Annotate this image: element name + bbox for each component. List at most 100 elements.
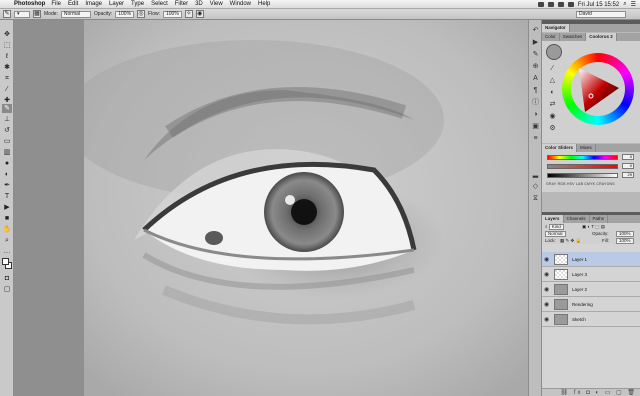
- notifications-icon[interactable]: ☰: [631, 1, 636, 8]
- flow-input[interactable]: 100%: [163, 10, 182, 18]
- menu-filter[interactable]: Filter: [175, 1, 188, 7]
- spotlight-icon[interactable]: ⌕: [623, 1, 626, 8]
- history-brush-tool-icon[interactable]: ↺: [2, 126, 12, 135]
- layer-filter-kind[interactable]: ⌕ Kind: [545, 224, 564, 230]
- histogram-icon[interactable]: ▂: [531, 170, 540, 179]
- menu-app-name[interactable]: Photoshop: [14, 1, 45, 7]
- brush-size-picker[interactable]: ▾: [14, 10, 30, 18]
- airbrush-icon[interactable]: ✧: [184, 10, 193, 18]
- layer-row-layer-2[interactable]: ◉ Layer 2: [542, 282, 640, 297]
- saturation-value[interactable]: 0: [622, 163, 634, 169]
- mode-select[interactable]: Normal: [60, 10, 91, 18]
- menu-file[interactable]: File: [51, 1, 61, 7]
- opacity-input[interactable]: 100%: [115, 10, 135, 18]
- hue-value[interactable]: 0: [622, 154, 634, 160]
- layer-row-sketch[interactable]: ◉ Sketch: [542, 312, 640, 327]
- more-tools-icon[interactable]: …: [2, 247, 12, 256]
- brush-panel-icon[interactable]: ▦: [33, 10, 41, 18]
- move-tool-icon[interactable]: ✥: [2, 30, 12, 39]
- layer-row-layer-1[interactable]: ◉ Layer 1: [542, 252, 640, 267]
- eyedropper-icon[interactable]: ⁄: [548, 64, 557, 73]
- menu-select[interactable]: Select: [151, 1, 168, 7]
- dodge-tool-icon[interactable]: ◐: [2, 170, 12, 179]
- paragraph-icon[interactable]: ¶: [531, 86, 540, 95]
- volume-icon[interactable]: [557, 2, 564, 7]
- menu-edit[interactable]: Edit: [68, 1, 78, 7]
- brightness-slider[interactable]: [547, 173, 618, 178]
- history-icon[interactable]: ↶: [531, 26, 540, 35]
- saturation-slider[interactable]: [547, 164, 618, 169]
- visibility-eye-icon[interactable]: ◉: [544, 271, 549, 278]
- tray-app-icon[interactable]: [537, 2, 544, 7]
- menu-type[interactable]: Type: [131, 1, 144, 7]
- layer-opacity-input[interactable]: 100%: [616, 231, 634, 237]
- workspace-select[interactable]: David: [576, 11, 626, 18]
- brush-preset-icon[interactable]: ✎: [3, 10, 11, 18]
- reset-colors-icon[interactable]: ⚙: [548, 124, 557, 133]
- visibility-eye-icon[interactable]: ◉: [544, 316, 549, 323]
- battery-icon[interactable]: [567, 2, 574, 7]
- tab-color-sliders[interactable]: Color Sliders: [542, 144, 578, 152]
- foreground-color-swatch[interactable]: [2, 258, 9, 265]
- layer-filter-icons[interactable]: ▣ ◐ T ⬚ ▤: [582, 224, 605, 230]
- menu-view[interactable]: View: [210, 1, 223, 7]
- color-wheel[interactable]: [562, 53, 634, 125]
- visibility-eye-icon[interactable]: ◉: [544, 256, 549, 263]
- eraser-tool-icon[interactable]: ▭: [2, 137, 12, 146]
- brightness-value[interactable]: 29: [622, 172, 634, 178]
- blend-mode-select[interactable]: Normal: [545, 231, 566, 237]
- blur-tool-icon[interactable]: ●: [2, 159, 12, 168]
- clone-source-icon[interactable]: ⊕: [531, 62, 540, 71]
- pen-tool-icon[interactable]: ✒: [2, 181, 12, 190]
- styles-icon[interactable]: ▣: [531, 122, 540, 131]
- timeline-icon[interactable]: ⧖: [531, 194, 540, 203]
- layer-row-rendering[interactable]: ◉ Rendering: [542, 297, 640, 312]
- tab-coolorus[interactable]: Coolorus 2: [586, 33, 617, 41]
- zoom-tool-icon[interactable]: ⌕: [2, 236, 12, 245]
- tab-navigator[interactable]: Navigator: [542, 24, 570, 32]
- document-canvas[interactable]: [84, 20, 528, 396]
- tab-layers[interactable]: Layers: [542, 215, 564, 223]
- lasso-tool-icon[interactable]: ℓ: [2, 52, 12, 61]
- tab-mixes[interactable]: Mixes: [577, 144, 596, 152]
- color-triangle[interactable]: [571, 62, 625, 116]
- gradient-tool-icon[interactable]: ▥: [2, 148, 12, 157]
- adjustments-icon[interactable]: ◑: [531, 110, 540, 119]
- pressure-opacity-icon[interactable]: ◎: [137, 10, 146, 18]
- menu-window[interactable]: Window: [230, 1, 251, 7]
- quick-mask-icon[interactable]: ◘: [2, 274, 12, 283]
- clone-stamp-tool-icon[interactable]: ⊥: [2, 115, 12, 124]
- brush-tool-icon[interactable]: ✎: [2, 104, 12, 113]
- layers-footer-buttons[interactable]: ⛓ fx ◘ ◐ ▭ ▢ 🗑: [542, 388, 640, 396]
- swap-colors-icon[interactable]: ⇄: [548, 100, 557, 109]
- shape-tool-icon[interactable]: ■: [2, 214, 12, 223]
- menu-3d[interactable]: 3D: [195, 1, 203, 7]
- layer-row-layer-3[interactable]: ◉ Layer 3: [542, 267, 640, 282]
- path-select-tool-icon[interactable]: ▶: [2, 203, 12, 212]
- triangle-mode-icon[interactable]: △: [548, 76, 557, 85]
- info-icon[interactable]: ⓘ: [531, 98, 540, 107]
- crop-tool-icon[interactable]: ⌗: [2, 74, 12, 83]
- quick-select-tool-icon[interactable]: ✱: [2, 63, 12, 72]
- tab-paths[interactable]: Paths: [590, 215, 609, 223]
- actions-icon[interactable]: ▶: [531, 38, 540, 47]
- visibility-eye-icon[interactable]: ◉: [544, 301, 549, 308]
- wifi-icon[interactable]: [547, 2, 554, 7]
- marquee-tool-icon[interactable]: ⬚: [2, 41, 12, 50]
- menu-clock[interactable]: Fri Jul 15 15:52: [578, 2, 619, 8]
- menu-help[interactable]: Help: [258, 1, 270, 7]
- tab-color[interactable]: Color: [542, 33, 560, 41]
- pressure-size-icon[interactable]: ◉: [195, 10, 204, 18]
- canvas-area[interactable]: [14, 20, 528, 396]
- 3d-icon[interactable]: ◇: [531, 182, 540, 191]
- eyedropper-tool-icon[interactable]: ⁄: [2, 85, 12, 94]
- mixer-icon[interactable]: ◉: [548, 112, 557, 121]
- hue-slider[interactable]: [547, 155, 618, 160]
- properties-icon[interactable]: ≡: [531, 134, 540, 143]
- brush-presets-icon[interactable]: ✎: [531, 50, 540, 59]
- menu-layer[interactable]: Layer: [109, 1, 124, 7]
- hand-tool-icon[interactable]: ✋: [2, 225, 12, 234]
- screen-mode-icon[interactable]: ▢: [2, 285, 12, 294]
- type-tool-icon[interactable]: T: [2, 192, 12, 201]
- menu-image[interactable]: Image: [85, 1, 102, 7]
